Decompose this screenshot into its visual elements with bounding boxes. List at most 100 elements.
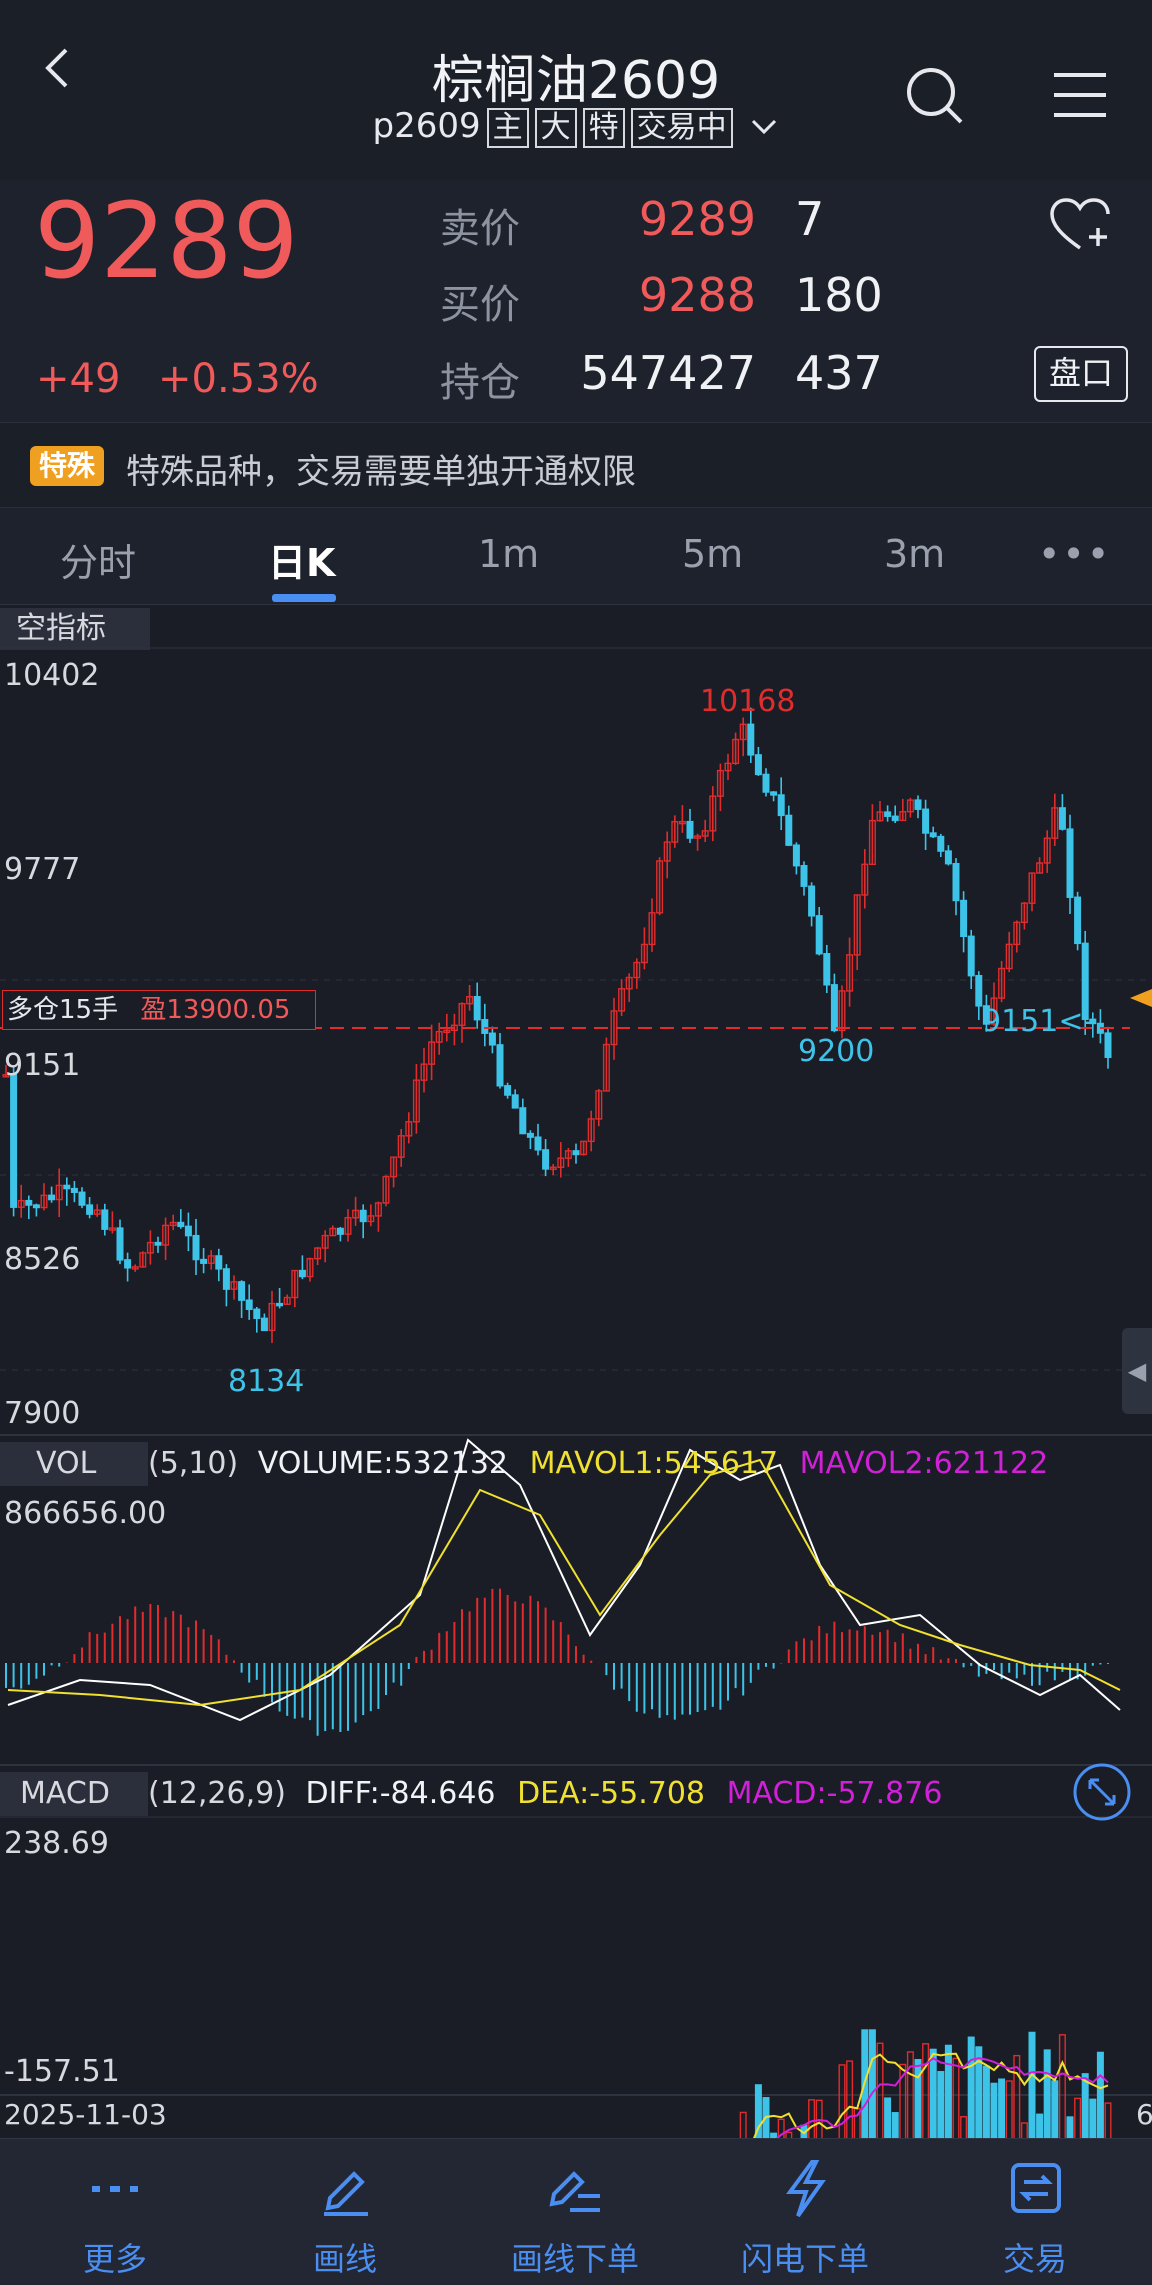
favorite-heart-icon[interactable] [1050,198,1114,252]
bid-price: 9288 [638,268,756,322]
oi-label: 持仓 [440,360,520,406]
nav-draw-line-order-label: 画线下单 [510,2240,639,2278]
price-change: +49 [36,356,121,402]
pencil-icon [324,2171,368,2216]
price-change-pct: +0.53% [158,356,319,402]
candle-body [1058,807,1066,830]
volume-bar [868,2029,876,2138]
vol-indicator-selector[interactable]: VOL [0,1442,148,1486]
tab-5m[interactable]: 5m [682,532,743,576]
volume-bar [838,2064,846,2138]
candle-body [25,1199,33,1206]
candle-body [473,996,481,1021]
macd-indicator-selector[interactable]: MACD [0,1772,148,1816]
candle-body [222,1268,230,1290]
notice-text: 特殊品种，交易需要单独开通权限 [126,452,636,492]
current-position-marker: 9151<- [982,1004,1095,1039]
candle-body [336,1227,344,1235]
volume-bar [1089,2098,1097,2138]
high-price-label: 10168 [700,684,796,719]
volume-bar [914,2059,922,2138]
diff-value: DIFF:-84.646 [305,1776,496,1811]
candle-body [32,1204,40,1209]
tab-1m[interactable]: 1m [478,532,539,576]
candle-body [785,814,793,846]
volume-bar [1020,2122,1028,2138]
candle-body [86,1204,94,1215]
collapse-side-panel-button[interactable]: ◀ [1122,1328,1152,1414]
candle-body [215,1255,223,1270]
vol-header: VOL (5,10) VOLUME:532132 MAVOL1:545617 MA… [0,1442,1152,1486]
candle-body [78,1191,86,1206]
candle-body [884,811,892,817]
volume-bar [952,2057,960,2138]
candle-body [488,1032,496,1046]
pencil-lines-icon [549,2171,600,2212]
contract-info[interactable]: p2609 主大特交易中 [0,106,1152,148]
mavol1-value: MAVOL1:545617 [529,1446,779,1481]
candle-body [124,1259,132,1269]
volume-bar [990,2082,998,2138]
candle-body [542,1149,550,1170]
volume-bar [929,2048,937,2138]
volume-bar [1104,2102,1112,2138]
candle-body [975,974,983,1007]
dea-value: DEA:-55.708 [517,1776,706,1811]
chevron-down-icon[interactable] [749,117,779,137]
nav-trade-label: 交易 [1002,2240,1067,2278]
kline-chart-svg[interactable] [0,605,1152,2138]
macd-header: MACD (12,26,9) DIFF:-84.646 DEA:-55.708 M… [0,1772,1152,1816]
fullscreen-icon[interactable] [1072,1762,1132,1822]
tab-timeshare[interactable]: 分时 [60,532,136,587]
candle-body [815,915,823,955]
candle-body [952,862,960,902]
tag-main: 主 [486,108,529,148]
volume-bar [1036,2113,1044,2138]
macd-value: MACD:-57.876 [726,1776,943,1811]
candle-body [937,835,945,852]
more-dots-icon [92,2186,138,2192]
menu-icon[interactable] [1054,72,1106,118]
candle-body [770,791,778,796]
candle-body [154,1241,162,1246]
candle-body [260,1317,268,1332]
ask-label: 卖价 [440,206,520,252]
macd-params: (12,26,9) [148,1776,286,1811]
candle-body [808,885,816,917]
tab-3m[interactable]: 3m [884,532,945,576]
volume-bar [1043,2049,1051,2138]
candle-body [800,865,808,887]
volume-bar [944,2044,952,2138]
contract-code: p2609 [372,106,481,146]
volume-bar [846,2060,854,2138]
volume-bar [998,2078,1006,2138]
trade-icon [1011,2163,1061,2213]
candle-body [686,820,694,839]
more-tabs-button[interactable]: ••• [1038,532,1111,576]
bid-qty: 180 [795,268,883,322]
candle-body [823,953,831,986]
nav-more-label: 更多 [82,2240,147,2278]
date-label: 2025-11-03 [4,2098,167,2131]
depth-button[interactable]: 盘口 [1034,346,1128,402]
position-box[interactable]: 多仓15手 盈13900.05 [2,990,316,1030]
y-label-3: 9151 [4,1048,81,1083]
search-icon[interactable] [905,66,965,126]
volume-bar [1005,2080,1013,2138]
candle-body [967,935,975,977]
candle-body [511,1094,519,1109]
candle-body [359,1209,367,1223]
volume-bar [982,2065,990,2138]
candle-body [10,1074,18,1208]
volume-bar [808,2099,816,2138]
page-title: 棕榈油2609 [431,51,721,111]
tab-daily-k[interactable]: 日K [268,532,335,587]
period-tabs [0,508,1152,605]
mavol2-value: MAVOL2:621122 [799,1446,1049,1481]
candle-body [792,844,800,867]
candle-body [519,1107,527,1135]
volume-bar [739,2111,747,2138]
volume-bar [884,2097,892,2138]
candle-body [747,723,755,756]
candle-body [1074,896,1082,945]
